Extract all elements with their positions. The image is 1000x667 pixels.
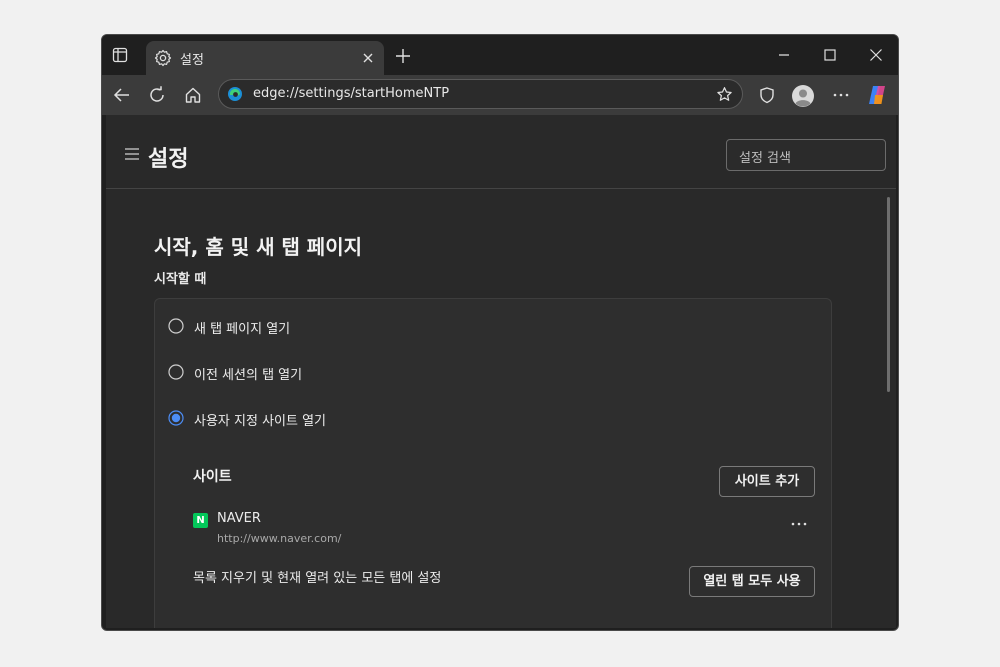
tab-bar: 설정 xyxy=(102,35,898,75)
close-tab-icon[interactable] xyxy=(362,52,374,64)
back-icon[interactable] xyxy=(113,86,131,104)
gear-icon xyxy=(154,49,172,67)
copilot-icon[interactable] xyxy=(866,84,888,106)
edge-logo-icon xyxy=(228,87,242,101)
refresh-icon[interactable] xyxy=(148,86,166,104)
section-subtitle: 시작할 때 xyxy=(154,272,207,287)
settings-search-input[interactable]: 설정 검색 xyxy=(726,139,886,171)
profile-avatar-icon[interactable] xyxy=(791,84,815,108)
hamburger-menu-icon[interactable] xyxy=(124,147,140,161)
site-more-options-icon[interactable] xyxy=(791,522,807,526)
minimize-icon[interactable] xyxy=(776,47,792,63)
add-site-button[interactable]: 사이트 추가 xyxy=(719,466,815,497)
scrollbar[interactable] xyxy=(887,197,890,392)
use-all-open-tabs-button[interactable]: 열린 탭 모두 사용 xyxy=(689,566,815,597)
option-label: 새 탭 페이지 열기 xyxy=(194,322,291,337)
new-tab-icon[interactable] xyxy=(395,48,411,64)
shield-icon[interactable] xyxy=(758,86,776,104)
radio-icon[interactable] xyxy=(168,364,184,380)
page-title: 설정 xyxy=(148,147,189,172)
startup-options-card: 새 탭 페이지 열기 이전 세션의 탭 열기 사용자 지정 사이트 열기 사이트… xyxy=(154,298,832,628)
site-name: NAVER xyxy=(217,511,261,526)
section-title: 시작, 홈 및 새 탭 페이지 xyxy=(154,235,363,259)
browser-window: 설정 edge://settings/startHomeNTP 설정 설정 검색… xyxy=(101,34,899,631)
url-text: edge://settings/startHomeNTP xyxy=(253,86,450,101)
option-label: 사용자 지정 사이트 열기 xyxy=(194,414,326,429)
tab-actions-icon[interactable] xyxy=(112,47,128,63)
tab-title: 설정 xyxy=(180,53,204,68)
naver-favicon: N xyxy=(193,513,208,528)
close-window-icon[interactable] xyxy=(868,47,884,63)
settings-header: 설정 설정 검색 xyxy=(106,115,896,189)
radio-icon[interactable] xyxy=(168,318,184,334)
address-bar[interactable]: edge://settings/startHomeNTP xyxy=(218,79,743,109)
maximize-icon[interactable] xyxy=(822,47,838,63)
radio-selected-icon[interactable] xyxy=(168,410,184,426)
site-url: http://www.naver.com/ xyxy=(217,532,342,545)
favorite-star-icon[interactable] xyxy=(716,86,733,103)
settings-page: 설정 설정 검색 시작, 홈 및 새 탭 페이지 시작할 때 새 탭 페이지 열… xyxy=(106,115,896,628)
option-label: 이전 세션의 탭 열기 xyxy=(194,368,303,383)
tab-settings[interactable]: 설정 xyxy=(146,41,384,75)
more-options-icon[interactable] xyxy=(832,86,850,104)
toolbar: edge://settings/startHomeNTP xyxy=(102,75,898,115)
clear-and-use-tabs-text: 목록 지우기 및 현재 열려 있는 모든 탭에 설정 xyxy=(193,571,442,586)
home-icon[interactable] xyxy=(184,86,202,104)
sites-label: 사이트 xyxy=(193,469,232,485)
